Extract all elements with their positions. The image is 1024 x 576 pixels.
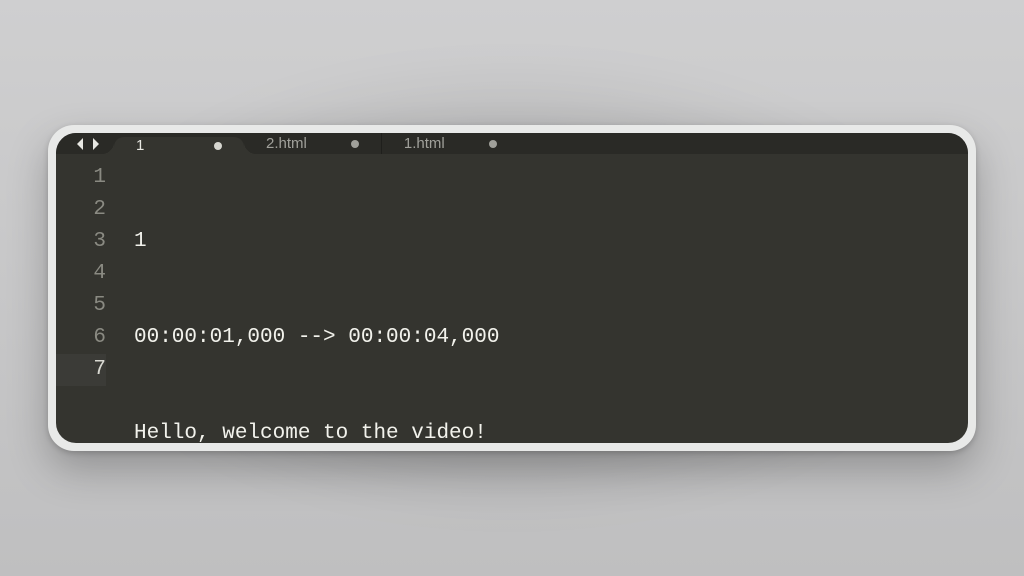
chevron-right-icon — [90, 136, 102, 152]
tab-label: 2.html — [266, 135, 307, 152]
code-line: 00:00:01,000 --> 00:00:04,000 — [134, 322, 954, 354]
line-number: 6 — [56, 322, 106, 354]
tab-bar: 1 2.html 1.html — [56, 133, 968, 154]
line-number: 4 — [56, 258, 106, 290]
chevron-left-icon — [74, 136, 86, 152]
code-area[interactable]: 1 2 3 4 5 6 7 1 00:00:01,000 --> 00:00:0… — [56, 154, 968, 443]
code-line: 1 — [134, 226, 954, 258]
line-number: 7 — [56, 354, 106, 386]
modified-dot-icon — [351, 140, 359, 148]
window-frame: 1 2.html 1.html 1 2 3 4 5 6 7 — [48, 125, 976, 451]
line-number: 5 — [56, 290, 106, 322]
modified-dot-icon — [214, 142, 222, 150]
tab-file-3[interactable]: 1.html — [381, 133, 519, 154]
line-number-gutter: 1 2 3 4 5 6 7 — [56, 160, 120, 443]
code-line: Hello, welcome to the video! — [134, 418, 954, 443]
modified-dot-icon — [489, 140, 497, 148]
line-number: 3 — [56, 226, 106, 258]
tab-file-2[interactable]: 2.html — [244, 133, 381, 154]
tab-label: 1 — [136, 137, 144, 154]
editor: 1 2.html 1.html 1 2 3 4 5 6 7 — [56, 133, 968, 443]
line-number: 2 — [56, 194, 106, 226]
line-number: 1 — [56, 162, 106, 194]
code-text[interactable]: 1 00:00:01,000 --> 00:00:04,000 Hello, w… — [120, 160, 968, 443]
tab-file-1[interactable]: 1 — [114, 137, 244, 154]
tab-label: 1.html — [404, 135, 445, 152]
